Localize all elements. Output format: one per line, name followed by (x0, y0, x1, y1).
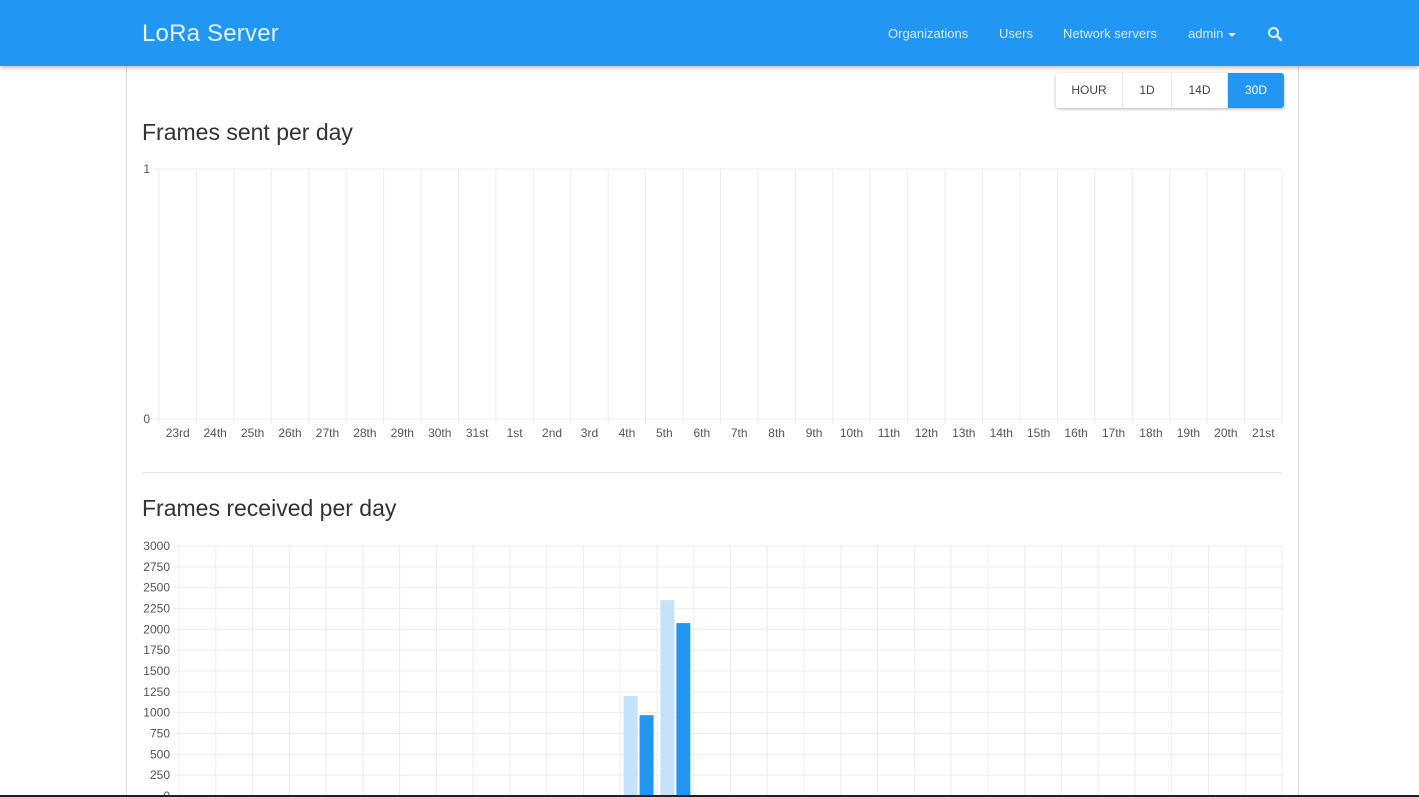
received-y-tick-label: 2750 (143, 560, 170, 574)
top-navbar: LoRa Server Organizations Users Network … (0, 0, 1419, 66)
received-y-tick-label: 1750 (143, 643, 170, 657)
received-y-tick-label: 500 (150, 747, 170, 761)
brand-logo[interactable]: LoRa Server (142, 20, 279, 48)
nav-network-servers-link[interactable]: Network servers (1063, 26, 1157, 41)
received-y-tick-label: 2250 (143, 602, 170, 616)
range-1d-button[interactable]: 1D (1123, 73, 1172, 108)
received-bar (676, 623, 691, 796)
nav-users-link[interactable]: Users (999, 26, 1033, 41)
range-14d-button[interactable]: 14D (1172, 73, 1228, 108)
nav-organizations-link[interactable]: Organizations (888, 26, 968, 41)
caret-down-icon (1228, 32, 1237, 37)
search-icon[interactable] (1267, 26, 1283, 42)
time-range-selector: HOUR 1D 14D 30D (1056, 73, 1284, 108)
received-y-tick-label: 1000 (143, 706, 170, 720)
range-hour-button[interactable]: HOUR (1056, 73, 1123, 108)
frames-received-chart: 0250500750100012501500175020002250250027… (143, 539, 1283, 797)
received-y-tick-label: 250 (150, 768, 170, 782)
received-y-tick-label: 2500 (143, 581, 170, 595)
received-y-tick-label: 2000 (143, 622, 170, 636)
received-bar (660, 600, 675, 796)
received-y-tick-label: 750 (150, 727, 170, 741)
received-bar (639, 715, 654, 796)
received-y-tick-label: 1250 (143, 685, 170, 699)
received-y-tick-label: 3000 (143, 539, 170, 553)
user-menu-dropdown[interactable]: admin (1188, 26, 1237, 41)
range-30d-button[interactable]: 30D (1228, 73, 1284, 108)
user-menu-label: admin (1188, 26, 1224, 41)
received-y-tick-label: 1500 (143, 664, 170, 678)
received-bar (623, 696, 638, 796)
